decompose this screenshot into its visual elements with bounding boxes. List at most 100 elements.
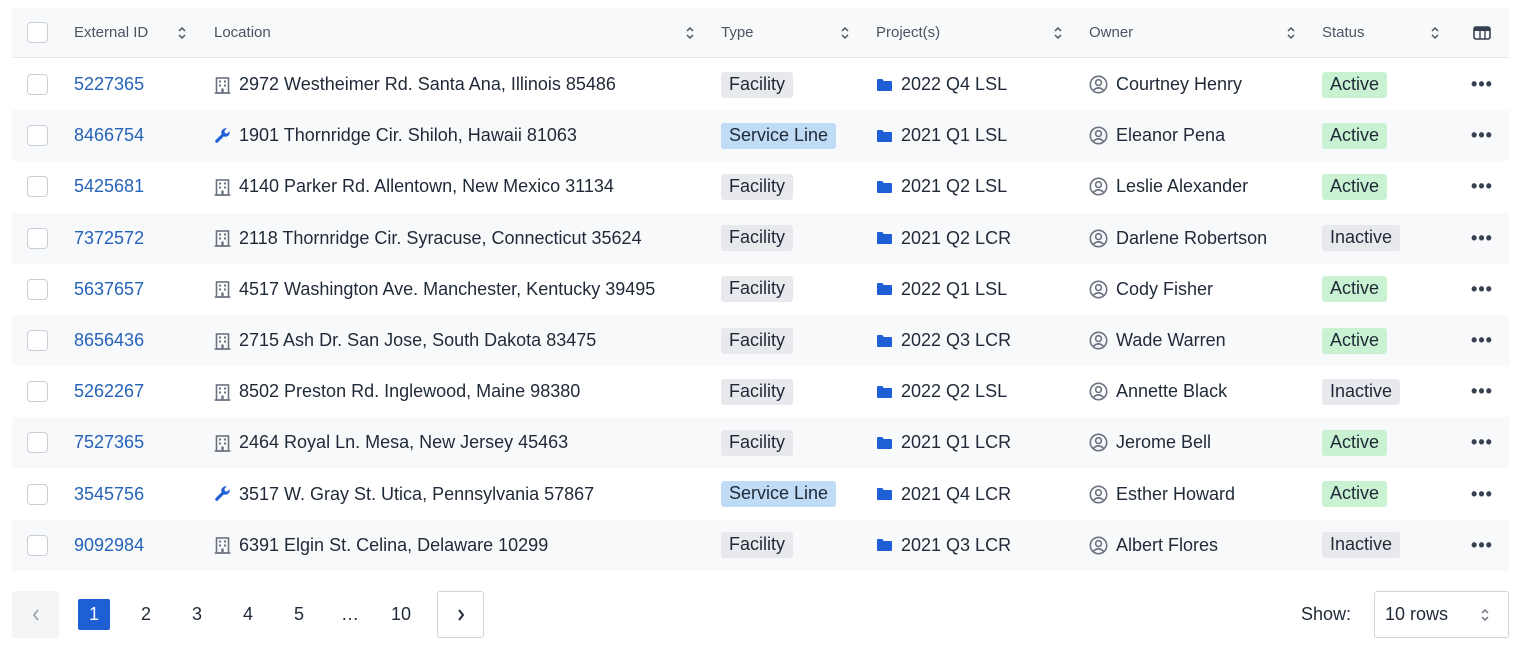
row-checkbox[interactable] <box>27 74 48 95</box>
table-row[interactable]: 8656436 2715 Ash Dr. San Jose, South Dako… <box>12 315 1509 366</box>
table-row[interactable]: 9092984 6391 Elgin St. Celina, Delaware 1… <box>12 519 1509 571</box>
table-row[interactable]: 7527365 2464 Royal Ln. Mesa, New Jersey 4… <box>12 417 1509 469</box>
page-button[interactable]: 3 <box>181 599 213 630</box>
external-id-link[interactable]: 5425681 <box>74 176 144 197</box>
location-text: 8502 Preston Rd. Inglewood, Maine 98380 <box>239 381 581 402</box>
owner-text: Darlene Robertson <box>1116 227 1268 248</box>
sort-icon[interactable] <box>1053 26 1063 40</box>
type-badge: Facility <box>721 71 794 98</box>
sort-icon[interactable] <box>840 26 850 40</box>
header-projects[interactable]: Project(s) <box>876 8 1066 57</box>
project-cell: 2021 Q1 LCR <box>876 417 1066 468</box>
page-button[interactable]: 4 <box>232 599 264 630</box>
table-row[interactable]: 8466754 1901 Thornridge Cir. Shiloh, Hawa… <box>12 110 1509 162</box>
folder-icon <box>877 180 892 193</box>
location-text: 6391 Elgin St. Celina, Delaware 10299 <box>239 534 549 555</box>
user-circle-icon <box>1089 126 1108 145</box>
project-text: 2022 Q2 LSL <box>901 381 1008 402</box>
row-checkbox[interactable] <box>27 381 48 403</box>
header-owner[interactable]: Owner <box>1089 8 1304 57</box>
building-icon <box>214 230 231 247</box>
row-actions-cell: ••• <box>1470 110 1494 161</box>
next-page-button[interactable] <box>437 591 484 638</box>
more-options-icon[interactable]: ••• <box>1471 125 1493 146</box>
external-id-link[interactable]: 5262267 <box>74 381 144 402</box>
location-text: 4140 Parker Rd. Allentown, New Mexico 31… <box>239 176 614 197</box>
row-checkbox[interactable] <box>27 278 48 300</box>
sort-icon[interactable] <box>1430 26 1440 40</box>
more-options-icon[interactable]: ••• <box>1471 535 1493 556</box>
row-checkbox[interactable] <box>27 176 48 198</box>
row-checkbox[interactable] <box>27 227 48 249</box>
more-options-icon[interactable]: ••• <box>1471 484 1493 505</box>
wrench-icon <box>215 128 230 143</box>
more-options-icon[interactable]: ••• <box>1471 228 1493 249</box>
external-id-link[interactable]: 5637657 <box>74 279 144 300</box>
row-actions-cell: ••• <box>1470 366 1494 417</box>
page-button[interactable]: 5 <box>283 599 315 630</box>
header-location[interactable]: Location <box>214 8 704 57</box>
external-id-link[interactable]: 8466754 <box>74 125 144 146</box>
more-options-icon[interactable]: ••• <box>1471 176 1493 197</box>
owner-cell: Jerome Bell <box>1089 417 1304 468</box>
external-id-link[interactable]: 7527365 <box>74 432 144 453</box>
row-select-cell <box>27 417 49 468</box>
row-checkbox[interactable] <box>27 125 48 147</box>
more-options-icon[interactable]: ••• <box>1471 279 1493 300</box>
status-cell: Active <box>1322 315 1447 366</box>
table-row[interactable]: 5425681 4140 Parker Rd. Allentown, New Me… <box>12 161 1509 212</box>
table-columns-icon[interactable] <box>1473 25 1491 40</box>
row-checkbox[interactable] <box>27 534 48 556</box>
more-options-icon[interactable]: ••• <box>1471 381 1493 402</box>
building-icon <box>214 332 231 350</box>
row-select-cell <box>27 161 49 212</box>
external-id-link[interactable]: 3545756 <box>74 484 144 505</box>
table-header: External ID Location Type Project(s) Own… <box>12 8 1509 58</box>
owner-text: Leslie Alexander <box>1116 176 1249 197</box>
type-cell: Facility <box>721 213 866 264</box>
location-cell: 2715 Ash Dr. San Jose, South Dakota 8347… <box>214 315 704 366</box>
status-cell: Active <box>1322 264 1447 315</box>
status-badge: Active <box>1322 173 1388 200</box>
type-badge: Facility <box>721 327 794 354</box>
row-checkbox[interactable] <box>27 483 48 505</box>
external-id-cell: 7527365 <box>74 417 199 468</box>
folder-icon <box>877 436 892 449</box>
status-badge: Active <box>1322 429 1388 456</box>
page-button[interactable]: 1 <box>78 599 110 630</box>
page-button[interactable]: 10 <box>381 599 421 630</box>
select-all-checkbox[interactable] <box>27 22 48 43</box>
project-text: 2022 Q4 LSL <box>901 74 1008 94</box>
user-circle-icon <box>1089 177 1108 196</box>
project-cell: 2022 Q1 LSL <box>876 264 1066 315</box>
external-id-link[interactable]: 8656436 <box>74 330 144 351</box>
header-status[interactable]: Status <box>1322 8 1447 57</box>
external-id-link[interactable]: 7372572 <box>74 228 144 249</box>
location-cell: 1901 Thornridge Cir. Shiloh, Hawaii 8106… <box>214 110 704 161</box>
external-id-link[interactable]: 9092984 <box>74 535 144 556</box>
row-select-cell <box>27 366 49 417</box>
row-checkbox[interactable] <box>27 330 48 351</box>
sort-icon[interactable] <box>177 26 187 40</box>
table-row[interactable]: 5227365 2972 Westheimer Rd. Santa Ana, Il… <box>12 59 1509 110</box>
status-badge: Active <box>1322 276 1388 303</box>
rows-per-page-select[interactable]: 10 rows <box>1374 591 1509 638</box>
table-row[interactable]: 5637657 4517 Washington Ave. Manchester, … <box>12 264 1509 315</box>
table-row[interactable]: 7372572 2118 Thornridge Cir. Syracuse, Co… <box>12 212 1509 264</box>
sort-icon[interactable] <box>1286 26 1296 40</box>
more-options-icon[interactable]: ••• <box>1471 432 1493 453</box>
owner-text: Jerome Bell <box>1116 432 1212 453</box>
row-select-cell <box>27 315 49 366</box>
external-id-link[interactable]: 5227365 <box>74 74 144 95</box>
owner-text: Cody Fisher <box>1116 278 1214 299</box>
page-button[interactable]: 2 <box>130 599 162 630</box>
location-text: 2464 Royal Ln. Mesa, New Jersey 45463 <box>239 432 569 453</box>
sort-icon[interactable] <box>685 26 695 40</box>
table-row[interactable]: 5262267 8502 Preston Rd. Inglewood, Maine… <box>12 366 1509 417</box>
more-options-icon[interactable]: ••• <box>1471 74 1493 95</box>
table-row[interactable]: 3545756 3517 W. Gray St. Utica, Pennsylva… <box>12 469 1509 520</box>
more-options-icon[interactable]: ••• <box>1471 330 1493 351</box>
external-id-cell: 3545756 <box>74 469 199 520</box>
prev-page-button[interactable] <box>12 591 59 638</box>
row-checkbox[interactable] <box>27 432 48 454</box>
